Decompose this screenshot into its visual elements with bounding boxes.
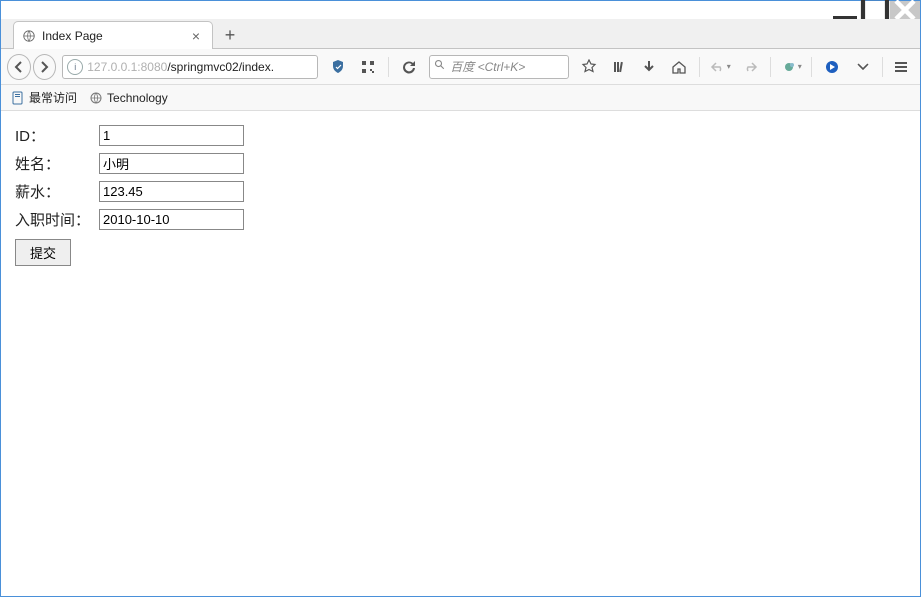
extension-icon-1[interactable]: ▾	[777, 53, 805, 81]
search-icon	[434, 59, 446, 74]
salary-label: 薪水：	[15, 181, 99, 202]
window-titlebar	[1, 1, 920, 19]
overflow-icon[interactable]	[850, 53, 875, 81]
globe-icon	[22, 29, 36, 43]
nav-toolbar: i 127.0.0.1:8080/springmvc02/index. 百度 <…	[1, 49, 920, 85]
tab-title: Index Page	[42, 29, 188, 43]
salary-input[interactable]	[99, 181, 244, 202]
separator	[882, 57, 883, 77]
new-tab-button[interactable]: +	[217, 22, 243, 48]
extension-icon-2[interactable]	[818, 53, 846, 81]
library-icon[interactable]	[605, 53, 633, 81]
search-placeholder: 百度 <Ctrl+K>	[450, 58, 525, 75]
bookmark-label: Technology	[107, 91, 168, 105]
separator	[770, 57, 771, 77]
bookmarks-bar: 最常访问 Technology	[1, 85, 920, 111]
address-bar[interactable]: i 127.0.0.1:8080/springmvc02/index.	[62, 55, 318, 79]
download-icon[interactable]	[635, 53, 663, 81]
forward-button[interactable]	[33, 54, 57, 80]
name-label: 姓名：	[15, 153, 99, 174]
bookmark-label: 最常访问	[29, 89, 77, 106]
submit-button[interactable]: 提交	[15, 239, 71, 266]
hiredate-label: 入职时间：	[15, 209, 99, 230]
window-maximize-button[interactable]	[860, 1, 890, 19]
tab-strip: Index Page × +	[1, 19, 920, 49]
name-input[interactable]	[99, 153, 244, 174]
bookmark-most-visited[interactable]: 最常访问	[7, 87, 81, 108]
bookmark-technology[interactable]: Technology	[85, 89, 172, 107]
separator	[699, 57, 700, 77]
shield-icon[interactable]	[324, 53, 352, 81]
qr-icon[interactable]	[354, 53, 382, 81]
window-minimize-button[interactable]	[830, 1, 860, 19]
globe-icon	[89, 91, 103, 105]
tab-close-button[interactable]: ×	[188, 28, 204, 44]
redo-icon[interactable]	[736, 53, 764, 81]
separator	[388, 57, 389, 77]
info-icon[interactable]: i	[67, 59, 83, 75]
star-icon[interactable]	[575, 53, 603, 81]
page-icon	[11, 91, 25, 105]
browser-tab[interactable]: Index Page ×	[13, 21, 213, 49]
window-close-button[interactable]	[890, 1, 920, 19]
separator	[811, 57, 812, 77]
hamburger-menu-button[interactable]	[889, 53, 914, 81]
home-icon[interactable]	[665, 53, 693, 81]
back-button[interactable]	[7, 54, 31, 80]
search-box[interactable]: 百度 <Ctrl+K>	[429, 55, 569, 79]
hiredate-input[interactable]	[99, 209, 244, 230]
undo-icon[interactable]: ▾	[706, 53, 734, 81]
id-label: ID：	[15, 125, 99, 146]
url-text: 127.0.0.1:8080/springmvc02/index.	[87, 60, 274, 74]
page-content: ID： 姓名： 薪水： 入职时间： 提交	[1, 111, 920, 596]
id-input[interactable]	[99, 125, 244, 146]
reload-button[interactable]	[395, 53, 423, 81]
